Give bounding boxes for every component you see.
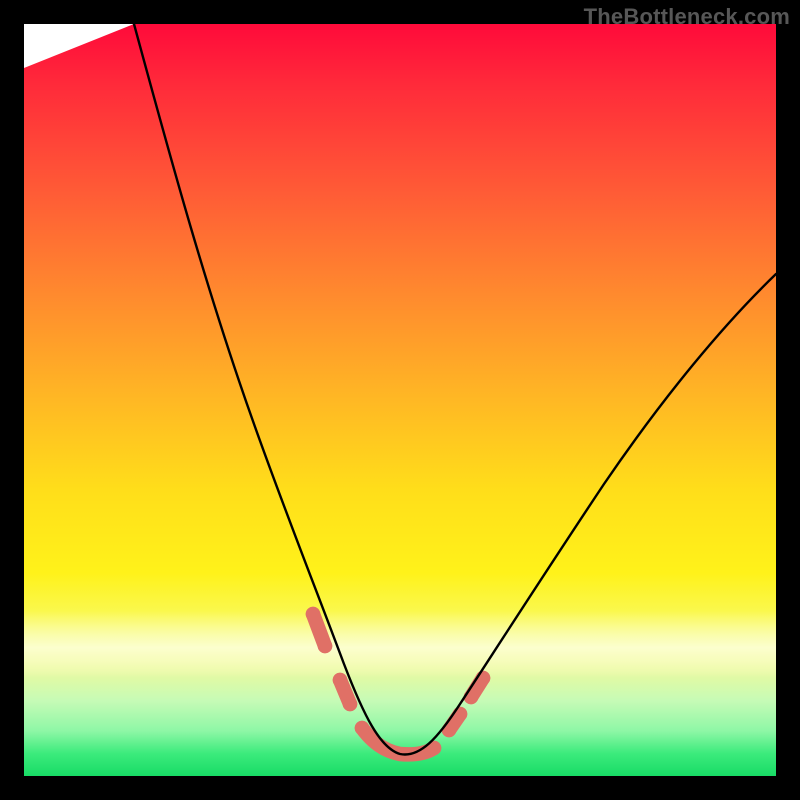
bottleneck-curve-path (134, 24, 776, 755)
marker-cap (333, 673, 348, 688)
curve-layer (24, 24, 776, 776)
marker-cap (442, 723, 457, 738)
marker-cap (355, 721, 370, 736)
chart-frame: TheBottleneck.com (0, 0, 800, 800)
plot-area (24, 24, 776, 776)
marker-cap (453, 707, 468, 722)
marker-cap (343, 697, 358, 712)
marker-cap (318, 639, 333, 654)
marker-cap (306, 607, 321, 622)
watermark-text: TheBottleneck.com (584, 4, 790, 30)
highlight-valley (362, 728, 434, 754)
